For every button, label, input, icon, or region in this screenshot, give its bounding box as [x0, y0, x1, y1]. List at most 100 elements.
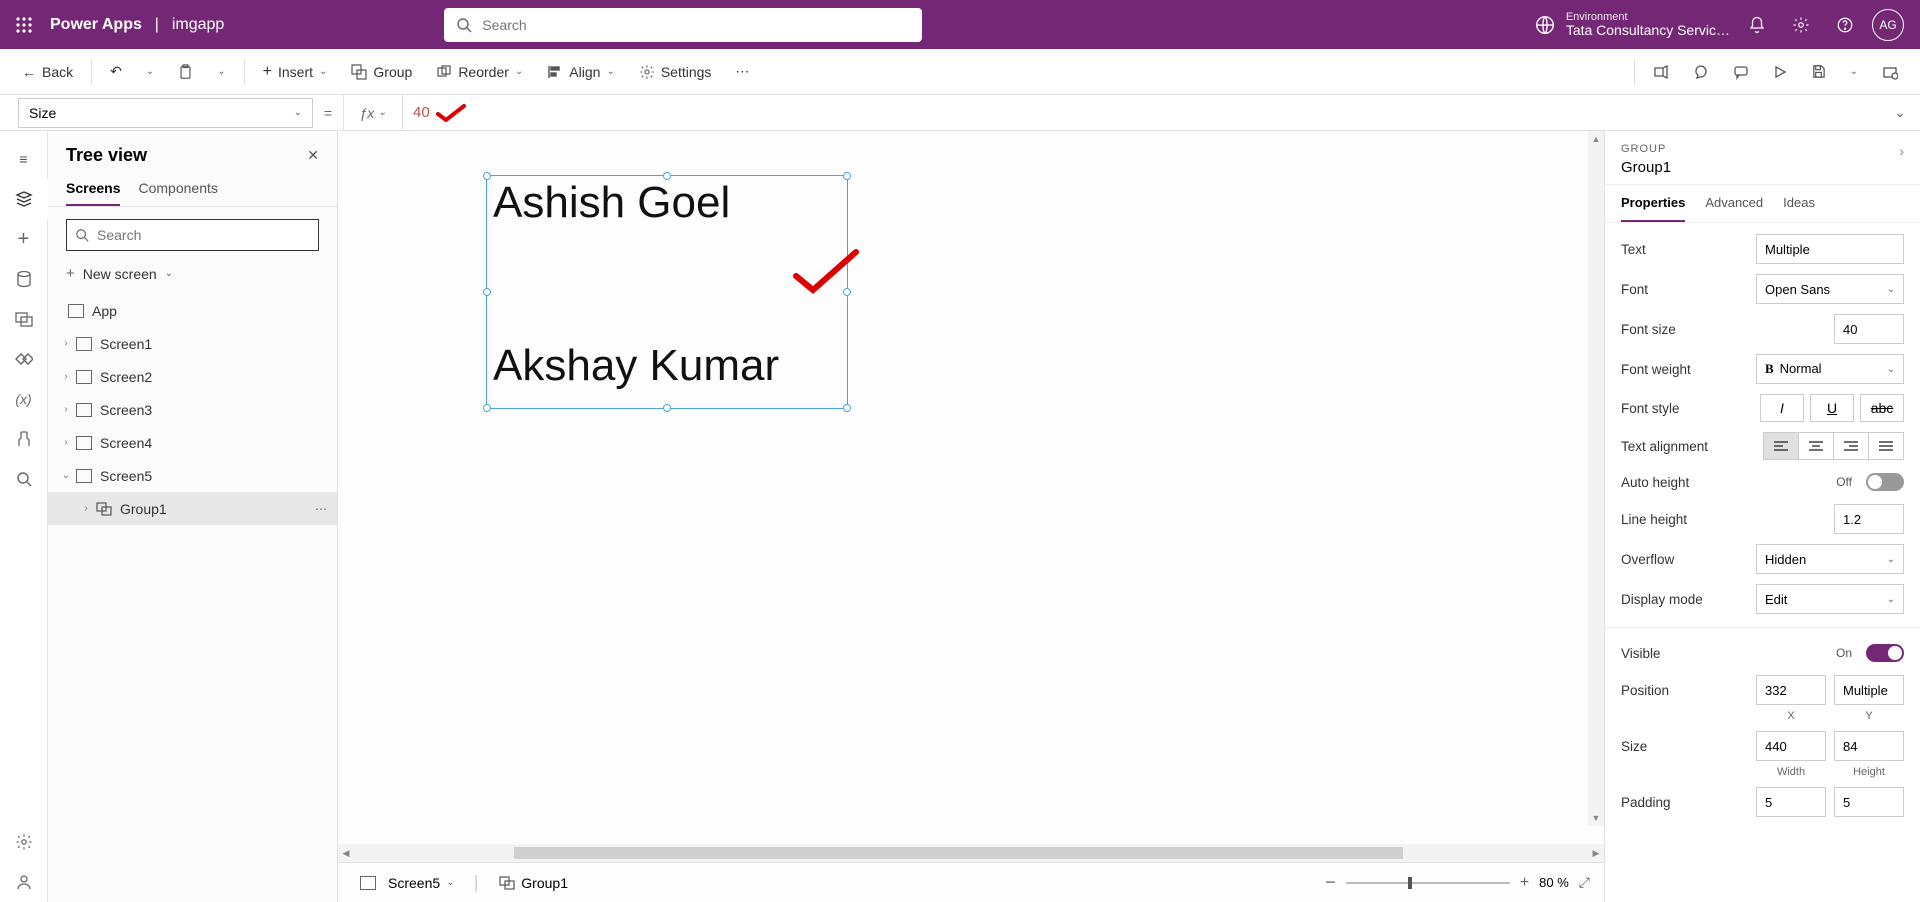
- share-button[interactable]: [1643, 58, 1679, 86]
- paste-dropdown[interactable]: ⌄: [207, 60, 235, 83]
- property-selector[interactable]: Size ⌄: [18, 98, 313, 128]
- expand-formula-button[interactable]: ⌄: [1880, 104, 1920, 121]
- zoom-in-button[interactable]: +: [1520, 874, 1529, 892]
- search-box[interactable]: [444, 8, 922, 42]
- prop-size-w[interactable]: [1756, 731, 1826, 761]
- tree-item-screen[interactable]: ›Screen2: [48, 360, 337, 393]
- fx-button[interactable]: ƒx⌄: [343, 95, 403, 131]
- zoom-slider[interactable]: [1346, 882, 1510, 884]
- comments-button[interactable]: [1723, 58, 1759, 86]
- insert-button[interactable]: +Insert⌄: [253, 57, 338, 87]
- rail-tools[interactable]: [0, 419, 48, 459]
- close-tree-button[interactable]: ✕: [307, 147, 319, 164]
- canvas-vertical-scrollbar[interactable]: ▲ ▼: [1588, 131, 1604, 826]
- tree-item-more[interactable]: ⋯: [315, 502, 329, 516]
- rtab-advanced[interactable]: Advanced: [1705, 185, 1763, 222]
- new-screen-button[interactable]: + New screen ⌄: [48, 257, 337, 290]
- resize-handle[interactable]: [483, 288, 491, 296]
- strike-button[interactable]: abc: [1860, 394, 1904, 422]
- rtab-properties[interactable]: Properties: [1621, 185, 1685, 222]
- save-button[interactable]: [1801, 58, 1836, 85]
- scroll-right[interactable]: ▶: [1588, 848, 1604, 859]
- prop-padding-b[interactable]: [1834, 787, 1904, 817]
- undo-button[interactable]: ↶: [100, 57, 132, 86]
- rail-insert[interactable]: +: [0, 219, 48, 259]
- prop-displaymode-select[interactable]: Edit⌄: [1756, 584, 1904, 614]
- tree-item-group[interactable]: › Group1 ⋯: [48, 492, 337, 525]
- settings-icon[interactable]: [1784, 8, 1818, 42]
- align-justify-button[interactable]: [1868, 432, 1904, 460]
- group-button[interactable]: Group: [341, 58, 422, 86]
- prop-overflow-select[interactable]: Hidden⌄: [1756, 544, 1904, 574]
- zoom-out-button[interactable]: −: [1325, 872, 1336, 893]
- paste-button[interactable]: [168, 58, 203, 86]
- align-right-button[interactable]: [1833, 432, 1869, 460]
- rail-variables[interactable]: (x): [0, 379, 48, 419]
- tree-search-input[interactable]: [97, 227, 310, 243]
- breadcrumb-selection[interactable]: Group1: [491, 871, 576, 895]
- canvas-selection[interactable]: Ashish Goel Akshay Kumar: [486, 175, 848, 409]
- tab-components[interactable]: Components: [138, 172, 217, 206]
- formula-input[interactable]: 40: [403, 104, 1880, 122]
- app-launcher-icon[interactable]: [8, 9, 40, 41]
- resize-handle[interactable]: [483, 172, 491, 180]
- prop-text-input[interactable]: [1756, 234, 1904, 264]
- play-button[interactable]: [1763, 59, 1797, 85]
- align-center-button[interactable]: [1798, 432, 1834, 460]
- tree-item-screen[interactable]: ⌄Screen5: [48, 459, 337, 492]
- rail-power-automate[interactable]: [0, 339, 48, 379]
- resize-handle[interactable]: [843, 404, 851, 412]
- canvas-horizontal-scrollbar[interactable]: ◀ ▶: [338, 844, 1604, 862]
- prop-position-x[interactable]: [1756, 675, 1826, 705]
- environment-picker[interactable]: Environment Tata Consultancy Servic…: [1566, 11, 1730, 38]
- canvas-label[interactable]: Akshay Kumar: [493, 341, 779, 391]
- reorder-button[interactable]: Reorder⌄: [426, 58, 533, 86]
- prop-fontweight-select[interactable]: BNormal⌄: [1756, 354, 1904, 384]
- rail-virtual-agent[interactable]: [0, 862, 48, 902]
- align-button[interactable]: Align⌄: [537, 58, 625, 86]
- rtab-ideas[interactable]: Ideas: [1783, 185, 1815, 222]
- scroll-down[interactable]: ▼: [1588, 810, 1604, 826]
- prop-font-select[interactable]: Open Sans⌄: [1756, 274, 1904, 304]
- tree-item-screen[interactable]: ›Screen1: [48, 327, 337, 360]
- prop-size-h[interactable]: [1834, 731, 1904, 761]
- tree-item-app[interactable]: App: [48, 294, 337, 327]
- resize-handle[interactable]: [843, 172, 851, 180]
- publish-button[interactable]: [1872, 58, 1908, 86]
- search-input[interactable]: [482, 17, 910, 33]
- prop-padding-a[interactable]: [1756, 787, 1826, 817]
- rail-settings[interactable]: [0, 822, 48, 862]
- resize-handle[interactable]: [483, 404, 491, 412]
- underline-button[interactable]: U: [1810, 394, 1854, 422]
- save-dropdown[interactable]: ⌄: [1840, 60, 1868, 83]
- checker-button[interactable]: [1683, 58, 1719, 86]
- canvas-label[interactable]: Ashish Goel: [493, 178, 730, 228]
- rail-search[interactable]: [0, 459, 48, 499]
- back-button[interactable]: ←Back: [12, 58, 83, 86]
- settings-button[interactable]: Settings: [629, 58, 722, 86]
- prop-lineheight-input[interactable]: [1834, 504, 1904, 534]
- resize-handle[interactable]: [663, 404, 671, 412]
- rail-tree-view[interactable]: [0, 179, 48, 219]
- rail-data[interactable]: [0, 259, 48, 299]
- tab-screens[interactable]: Screens: [66, 172, 120, 206]
- notifications-icon[interactable]: [1740, 8, 1774, 42]
- prop-fontsize-input[interactable]: [1834, 314, 1904, 344]
- tree-item-screen[interactable]: ›Screen3: [48, 393, 337, 426]
- more-button[interactable]: ⋯: [725, 57, 759, 86]
- breadcrumb-screen[interactable]: Screen5 ⌄: [352, 871, 463, 895]
- italic-button[interactable]: I: [1760, 394, 1804, 422]
- fit-to-screen-button[interactable]: ⤢: [1579, 874, 1590, 891]
- rail-hamburger[interactable]: ≡: [0, 139, 48, 179]
- visible-toggle[interactable]: [1866, 644, 1904, 662]
- scroll-left[interactable]: ◀: [338, 848, 354, 859]
- undo-dropdown[interactable]: ⌄: [136, 60, 164, 83]
- autoheight-toggle[interactable]: [1866, 473, 1904, 491]
- tree-search[interactable]: [66, 219, 319, 251]
- align-left-button[interactable]: [1763, 432, 1799, 460]
- rail-media[interactable]: [0, 299, 48, 339]
- tree-item-screen[interactable]: ›Screen4: [48, 426, 337, 459]
- open-properties-button[interactable]: ›: [1899, 143, 1904, 159]
- user-avatar[interactable]: AG: [1872, 9, 1904, 41]
- help-icon[interactable]: [1828, 8, 1862, 42]
